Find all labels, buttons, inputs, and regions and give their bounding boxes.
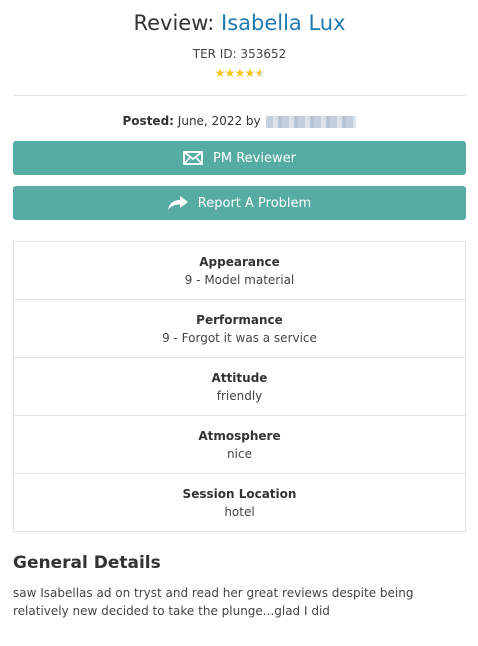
pm-reviewer-label: PM Reviewer	[213, 150, 296, 166]
rating-value: 9 - Forgot it was a service	[162, 330, 317, 345]
ter-id: TER ID: 353652	[192, 47, 287, 61]
page-title: Review: Isabella Lux	[13, 8, 466, 38]
general-details-text: saw Isabellas ad on tryst and read her g…	[13, 586, 414, 618]
ratings-table: Appearance 9 - Model material Performanc…	[13, 241, 466, 532]
rating-value: 9 - Model material	[184, 272, 295, 287]
rating-label: Atmosphere	[198, 428, 281, 443]
posted-date: June, 2022 by	[177, 114, 261, 128]
star-icon: ★	[244, 66, 256, 80]
rating-row-session-location: Session Location hotel	[14, 473, 465, 531]
star-icon: ★	[214, 66, 226, 80]
rating-label: Session Location	[182, 486, 297, 501]
half-star-icon: ★	[254, 66, 266, 80]
envelope-icon	[183, 151, 203, 165]
posted-line: Posted: June, 2022 by	[13, 112, 466, 130]
rating-row-performance: Performance 9 - Forgot it was a service	[14, 299, 465, 357]
rating-label: Attitude	[211, 370, 268, 385]
star-icon: ★	[224, 66, 236, 80]
rating-label: Performance	[196, 312, 283, 327]
rating-row-appearance: Appearance 9 - Model material	[14, 242, 465, 299]
rating-value: nice	[227, 446, 252, 461]
rating-value: friendly	[216, 388, 263, 403]
general-details-heading: General Details	[13, 553, 161, 573]
report-problem-label: Report A Problem	[197, 195, 312, 211]
star-rating: ★★★★★	[13, 65, 466, 81]
pm-reviewer-button[interactable]: PM Reviewer	[13, 141, 466, 175]
rating-row-attitude: Attitude friendly	[14, 357, 465, 415]
share-arrow-icon	[167, 196, 188, 210]
divider	[13, 95, 466, 96]
rating-label: Appearance	[199, 254, 280, 269]
title-prefix: Review:	[133, 11, 215, 35]
posted-label: Posted:	[122, 114, 174, 128]
report-problem-button[interactable]: Report A Problem	[13, 186, 466, 220]
star-icon: ★	[234, 66, 246, 80]
rating-value: hotel	[224, 504, 255, 519]
reviewer-name-blurred[interactable]	[266, 115, 357, 128]
rating-row-atmosphere: Atmosphere nice	[14, 415, 465, 473]
review-page: Review: Isabella Lux TER ID: 353652 ★★★★…	[13, 0, 466, 620]
provider-name-link[interactable]: Isabella Lux	[221, 11, 346, 35]
